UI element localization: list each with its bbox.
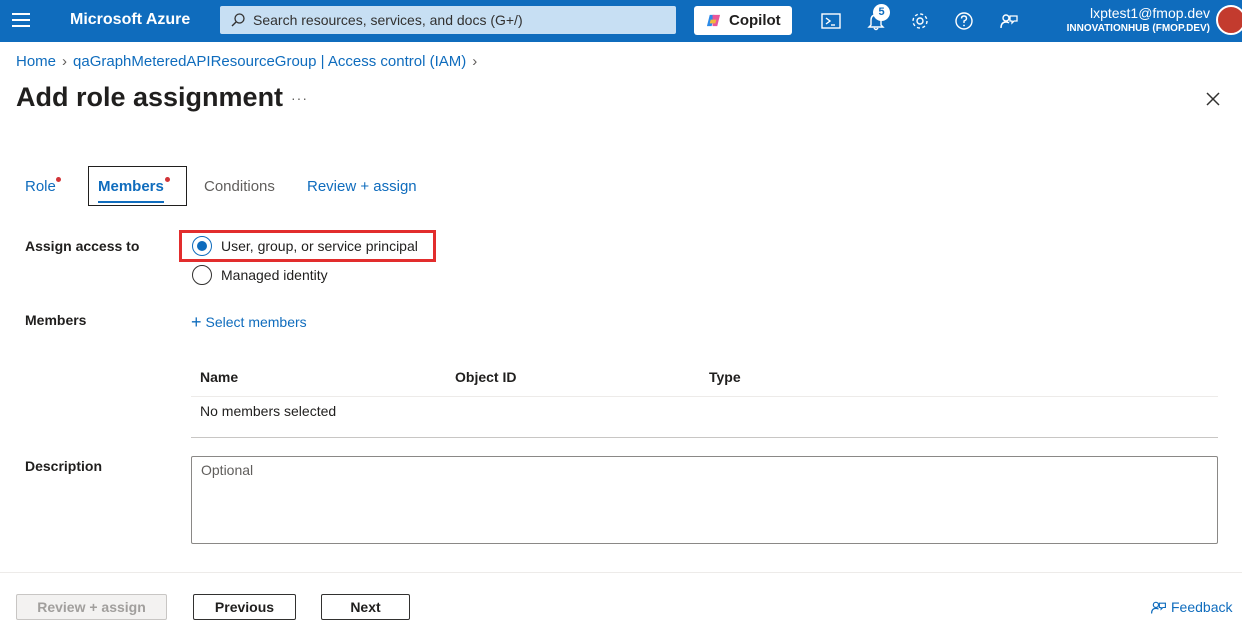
search-placeholder: Search resources, services, and docs (G+…: [253, 12, 523, 28]
tab-conditions[interactable]: Conditions: [204, 178, 275, 195]
column-header-object-id[interactable]: Object ID: [455, 369, 516, 385]
copilot-icon: [706, 14, 721, 27]
account-info[interactable]: lxptest1@fmop.dev INNOVATIONHUB (FMOP.DE…: [1067, 5, 1210, 36]
copilot-button[interactable]: Copilot: [694, 6, 792, 35]
top-bar: Microsoft Azure Search resources, servic…: [0, 0, 1242, 42]
column-header-type[interactable]: Type: [709, 369, 741, 385]
radio-user-group-sp-label[interactable]: User, group, or service principal: [221, 238, 418, 254]
radio-managed-identity-label[interactable]: Managed identity: [221, 267, 328, 283]
cloud-shell-icon[interactable]: [820, 10, 842, 32]
empty-state-text: No members selected: [200, 403, 337, 419]
feedback-label: Feedback: [1171, 599, 1233, 615]
avatar[interactable]: [1216, 5, 1242, 35]
description-label: Description: [25, 458, 103, 474]
search-input[interactable]: Search resources, services, and docs (G+…: [220, 6, 676, 34]
tab-review-assign[interactable]: Review + assign: [307, 178, 417, 195]
gear-icon[interactable]: [909, 10, 931, 32]
breadcrumb-home[interactable]: Home: [16, 53, 56, 70]
tab-members[interactable]: Members: [98, 178, 164, 195]
divider: [0, 572, 1242, 573]
divider: [191, 396, 1218, 397]
radio-managed-identity[interactable]: [192, 265, 212, 285]
more-options-icon[interactable]: ···: [291, 90, 308, 106]
page-title: Add role assignment: [16, 82, 284, 112]
column-header-name[interactable]: Name: [200, 369, 238, 385]
description-field[interactable]: [191, 456, 1218, 544]
radio-user-group-sp[interactable]: [192, 236, 212, 256]
required-indicator: [165, 177, 170, 182]
select-members-label: Select members: [205, 314, 307, 330]
account-tenant: INNOVATIONHUB (FMOP.DEV): [1066, 23, 1210, 34]
search-icon: [231, 13, 245, 27]
brand-title[interactable]: Microsoft Azure: [70, 11, 190, 29]
feedback-icon[interactable]: [998, 10, 1020, 32]
account-email: lxptest1@fmop.dev: [1089, 5, 1210, 21]
assign-access-label: Assign access to: [25, 238, 140, 254]
review-assign-button[interactable]: Review + assign: [16, 594, 167, 620]
required-indicator: [56, 177, 61, 182]
breadcrumb: Home › qaGraphMeteredAPIResourceGroup | Ac…: [16, 53, 483, 70]
previous-button[interactable]: Previous: [193, 594, 296, 620]
breadcrumb-resource[interactable]: qaGraphMeteredAPIResourceGroup | Access …: [73, 53, 466, 70]
members-label: Members: [25, 312, 87, 328]
active-tab-indicator: [98, 201, 164, 203]
next-button[interactable]: Next: [321, 594, 410, 620]
notification-badge: 5: [873, 4, 890, 21]
close-icon[interactable]: [1203, 89, 1223, 109]
select-members-link[interactable]: + Select members: [191, 311, 307, 332]
chevron-right-icon: ›: [472, 53, 478, 70]
divider: [191, 437, 1218, 438]
menu-icon[interactable]: [12, 13, 30, 27]
plus-icon: +: [191, 312, 202, 332]
chevron-right-icon: ›: [62, 53, 68, 70]
feedback-icon: [1150, 601, 1166, 614]
copilot-label: Copilot: [729, 12, 781, 29]
tab-role[interactable]: Role: [25, 178, 56, 195]
help-icon[interactable]: [953, 10, 975, 32]
